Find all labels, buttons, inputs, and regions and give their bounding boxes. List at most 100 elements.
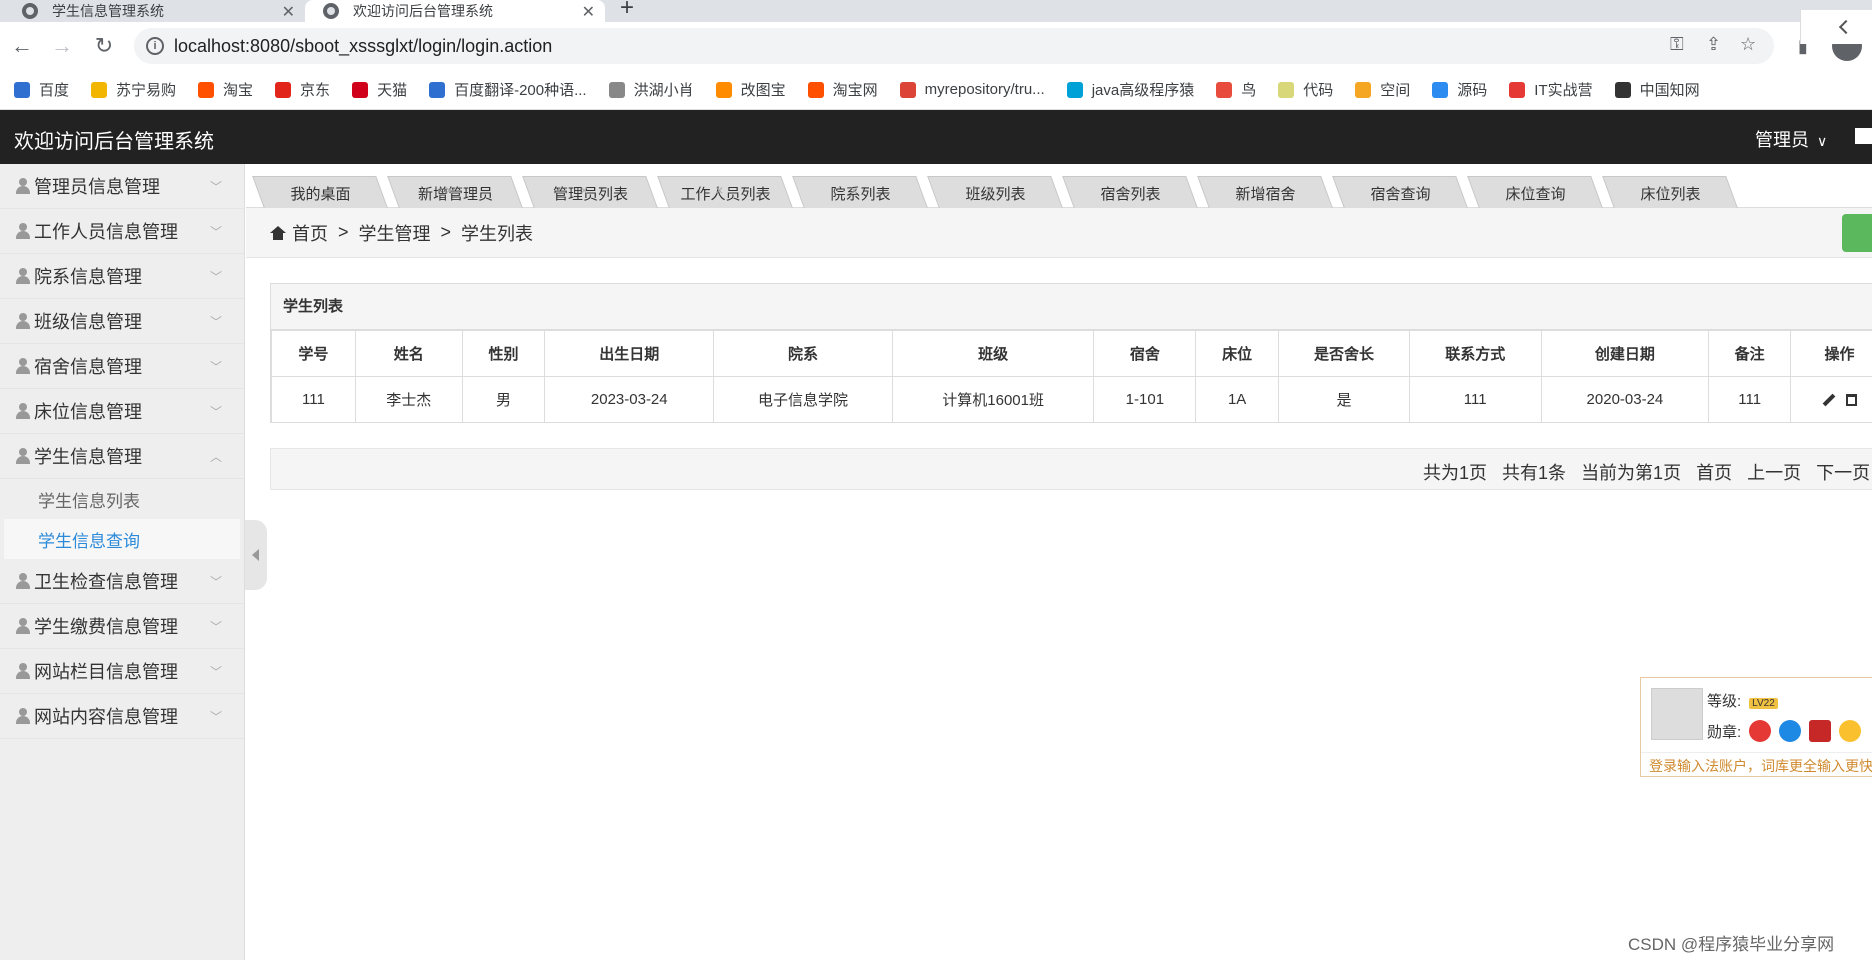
share-icon[interactable]: ⇪ xyxy=(1706,34,1721,55)
content-tab[interactable]: 宿舍查询 × xyxy=(1332,176,1468,208)
prev-page-link[interactable]: 上一页 xyxy=(1747,463,1801,483)
close-icon[interactable]: ✕ xyxy=(282,2,295,22)
bookmark-label: 苏宁易购 xyxy=(116,82,177,99)
sidebar-item[interactable]: 宿舍信息管理 ﹀ xyxy=(0,344,244,389)
bookmark-item[interactable]: 淘宝 xyxy=(198,79,253,100)
forward-icon[interactable]: → xyxy=(48,32,76,60)
bookmark-item[interactable]: myrepository/tru... xyxy=(899,81,1045,98)
sidebar-subitem[interactable]: 学生信息列表 xyxy=(0,479,244,519)
bookmark-item[interactable]: 空间 xyxy=(1355,79,1410,100)
bookmark-item[interactable]: 改图宝 xyxy=(715,79,786,100)
breadcrumb-level1[interactable]: 学生管理 xyxy=(359,220,431,246)
refresh-button[interactable] xyxy=(1842,214,1872,252)
close-icon[interactable]: × xyxy=(1068,182,1180,198)
ime-avatar xyxy=(1651,688,1703,740)
info-icon[interactable]: i xyxy=(146,37,164,55)
sidebar-item[interactable]: 管理员信息管理 ﹀ xyxy=(0,164,244,209)
content-tab[interactable]: 院系列表 × xyxy=(792,176,928,208)
sidebar-item[interactable]: 学生缴费信息管理 ﹀ xyxy=(0,604,244,649)
breadcrumb-home[interactable]: 首页 xyxy=(292,220,328,246)
tabs-scroll-left-button[interactable] xyxy=(1800,10,1872,44)
sidebar-item[interactable]: 床位信息管理 ﹀ xyxy=(0,389,244,434)
close-icon[interactable]: ✕ xyxy=(582,2,595,22)
ime-footer[interactable]: 登录输入法账户，词库更全输入更快 xyxy=(1641,752,1872,778)
user-menu[interactable]: 管理员 ∨ xyxy=(1755,126,1827,152)
star-icon[interactable]: ☆ xyxy=(1740,34,1756,55)
bookmark-item[interactable]: 洪湖小肖 xyxy=(608,79,694,100)
bookmark-item[interactable]: IT实战营 xyxy=(1509,79,1593,100)
next-page-link[interactable]: 下一页 xyxy=(1816,463,1870,483)
table-cell: 男 xyxy=(461,376,546,423)
reload-icon[interactable]: ↻ xyxy=(90,32,118,60)
content-tab[interactable]: 管理员列表 × xyxy=(522,176,658,208)
content-tab[interactable]: 新增宿舍 × xyxy=(1197,176,1333,208)
chevron-down-icon: ﹀ xyxy=(209,620,222,634)
content-tab[interactable]: 工作人员列表 × xyxy=(657,176,793,208)
bookmark-item[interactable]: 京东 xyxy=(275,79,330,100)
edit-icon[interactable] xyxy=(1822,393,1836,406)
bookmark-item[interactable]: 百度 xyxy=(14,79,69,100)
ime-medal-label: 勋章: xyxy=(1707,723,1742,741)
content-tab[interactable]: 宿舍列表 × xyxy=(1062,176,1198,208)
close-icon[interactable]: × xyxy=(933,182,1045,198)
sidebar-item-label: 宿舍信息管理 xyxy=(34,357,142,377)
key-icon[interactable]: ⚿ xyxy=(1670,34,1684,55)
delete-icon[interactable] xyxy=(1846,393,1858,406)
content-tab[interactable]: 新增管理员 × xyxy=(387,176,523,208)
bookmark-item[interactable]: 百度翻译-200种语... xyxy=(429,79,587,100)
globe-icon xyxy=(323,3,339,19)
first-page-link[interactable]: 首页 xyxy=(1696,463,1732,483)
content-tab[interactable]: 我的桌面 xyxy=(252,176,388,208)
sidebar-item-label: 学生缴费信息管理 xyxy=(34,617,178,637)
bookmark-item[interactable]: 代码 xyxy=(1278,79,1333,100)
sidebar-item[interactable]: 工作人员信息管理 ﹀ xyxy=(0,209,244,254)
content-tab[interactable]: 班级列表 × xyxy=(927,176,1063,208)
column-header: 院系 xyxy=(713,330,893,377)
bookmark-item[interactable]: 天猫 xyxy=(352,79,407,100)
close-icon[interactable]: × xyxy=(393,182,505,198)
table-cell: 1A xyxy=(1195,376,1280,423)
table-cell: 2023-03-24 xyxy=(544,376,715,423)
bookmark-icon xyxy=(14,81,30,98)
content-tab[interactable]: 床位查询 × xyxy=(1467,176,1603,208)
sidebar-item[interactable]: 班级信息管理 ﹀ xyxy=(0,299,244,344)
close-icon[interactable]: × xyxy=(798,182,910,198)
skin-icon[interactable] xyxy=(1855,128,1872,144)
column-header: 出生日期 xyxy=(544,330,715,377)
url-bar[interactable]: i localhost:8080/sboot_xsssglxt/login/lo… xyxy=(134,28,1774,64)
browser-tab[interactable]: 学生信息管理系统 ✕ xyxy=(0,0,305,22)
sidebar-item[interactable]: 院系信息管理 ﹀ xyxy=(0,254,244,299)
sidebar-subitem[interactable]: 学生信息查询 xyxy=(4,519,240,559)
close-icon[interactable]: × xyxy=(1608,182,1720,198)
user-icon xyxy=(16,448,30,464)
bookmark-item[interactable]: 鸟 xyxy=(1216,79,1256,100)
table-cell: 是 xyxy=(1278,376,1410,423)
sidebar-item[interactable]: 卫生检查信息管理 ﹀ xyxy=(0,559,244,604)
url-text[interactable]: localhost:8080/sboot_xsssglxt/login/logi… xyxy=(174,36,552,57)
close-icon[interactable]: × xyxy=(1473,182,1585,198)
content-tab[interactable]: 床位列表 × xyxy=(1602,176,1738,208)
user-icon xyxy=(16,403,30,419)
close-icon[interactable]: × xyxy=(1203,182,1315,198)
bookmark-label: 改图宝 xyxy=(740,82,786,99)
sidebar-collapse-handle[interactable] xyxy=(245,520,267,590)
bookmark-item[interactable]: 苏宁易购 xyxy=(91,79,176,100)
content-tabs: 我的桌面 新增管理员 × 管理员列表 × 工作人员列表 × 院系列表 × 班级列表 × 宿舍列表 × 新增… xyxy=(246,164,1872,208)
close-icon[interactable]: × xyxy=(663,182,775,198)
close-icon[interactable]: × xyxy=(1338,182,1450,198)
bookmark-item[interactable]: 源码 xyxy=(1432,79,1487,100)
new-tab-button[interactable]: + xyxy=(620,0,634,22)
column-header: 创建日期 xyxy=(1540,330,1710,377)
chevron-down-icon: ﹀ xyxy=(209,360,222,374)
bookmark-item[interactable]: 淘宝网 xyxy=(807,79,878,100)
sidebar-item[interactable]: 网站栏目信息管理 ﹀ xyxy=(0,649,244,694)
back-icon[interactable]: ← xyxy=(8,32,36,60)
ime-popup: 等级: LV22 勋章: 登录输入法账户，词库更全输入更快 xyxy=(1640,677,1872,777)
bookmark-item[interactable]: 中国知网 xyxy=(1614,79,1700,100)
bookmark-item[interactable]: java高级程序猿 xyxy=(1066,79,1194,100)
close-icon[interactable]: × xyxy=(528,182,640,198)
sidebar-item[interactable]: 学生信息管理 ︿ xyxy=(0,434,244,479)
sidebar-item-label: 管理员信息管理 xyxy=(34,177,160,197)
browser-tab-active[interactable]: 欢迎访问后台管理系统 ✕ xyxy=(305,0,605,22)
sidebar-item[interactable]: 网站内容信息管理 ﹀ xyxy=(0,694,244,739)
